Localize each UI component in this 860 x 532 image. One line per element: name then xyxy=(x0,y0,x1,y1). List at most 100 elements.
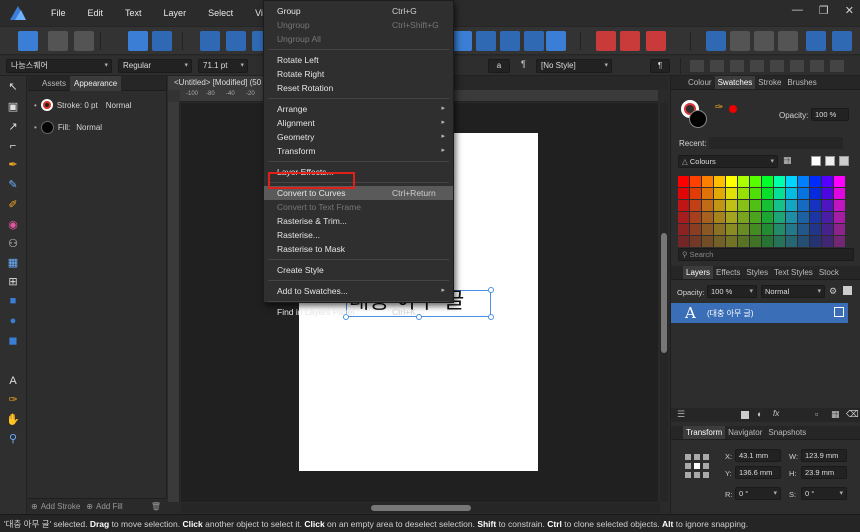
tab-navigator[interactable]: Navigator xyxy=(725,426,765,439)
adjustment-icon[interactable]: ◐ xyxy=(757,409,762,419)
color-swatch[interactable] xyxy=(810,224,821,235)
rounded-rect-tool-icon[interactable]: ◼ xyxy=(6,334,20,348)
geometry-subtract-button[interactable] xyxy=(620,31,640,51)
color-swatch[interactable] xyxy=(786,200,797,211)
color-swatch[interactable] xyxy=(810,188,821,199)
layer-lock-icon[interactable] xyxy=(843,286,852,295)
paragraph-style-select[interactable]: [No Style] ▾ xyxy=(536,59,612,73)
color-swatch[interactable] xyxy=(678,200,689,211)
color-swatch[interactable] xyxy=(738,188,749,199)
tab-effects[interactable]: Effects xyxy=(713,266,743,279)
vertical-ruler[interactable] xyxy=(168,102,180,502)
vertical-scrollbar[interactable] xyxy=(660,103,668,502)
horizontal-scrollbar[interactable] xyxy=(181,503,660,513)
group-icon[interactable]: ▦ xyxy=(831,409,840,420)
align-center-button[interactable] xyxy=(476,31,496,51)
anchor-selector[interactable] xyxy=(685,454,709,478)
fill-stroke-selector[interactable] xyxy=(681,100,707,128)
color-swatch[interactable] xyxy=(810,212,821,223)
menu-select[interactable]: Select xyxy=(197,0,244,26)
tab-stock[interactable]: Stock xyxy=(816,266,842,279)
delete-icon[interactable]: 🗑 xyxy=(151,502,161,511)
menu-item-rasterise-trim[interactable]: Rasterise & Trim... xyxy=(264,214,453,228)
fill-tool-icon[interactable]: ◉ xyxy=(6,218,20,232)
isolate-button[interactable] xyxy=(200,31,220,51)
tab-assets[interactable]: Assets xyxy=(38,76,70,91)
tab-styles[interactable]: Styles xyxy=(743,266,771,279)
eyedropper-icon[interactable]: ✑ xyxy=(715,102,723,113)
color-swatch[interactable] xyxy=(774,236,785,247)
color-swatch[interactable] xyxy=(690,236,701,247)
add-stroke-button[interactable]: Add Stroke xyxy=(41,502,81,511)
stroke-swatch[interactable] xyxy=(40,99,53,111)
justify-all-icon[interactable] xyxy=(770,60,784,72)
designer-persona-button[interactable] xyxy=(18,31,38,51)
blend-mode-select[interactable]: Normal ▾ xyxy=(761,285,825,298)
color-swatch[interactable] xyxy=(750,200,761,211)
color-swatch[interactable] xyxy=(702,236,713,247)
menu-item-rasterise-to-mask[interactable]: Rasterise to Mask xyxy=(264,242,453,256)
grey-swatch[interactable] xyxy=(839,156,849,166)
align-right-button[interactable] xyxy=(500,31,520,51)
color-swatch[interactable] xyxy=(774,212,785,223)
color-swatch[interactable] xyxy=(690,224,701,235)
zoom-tool-icon[interactable]: ⚲ xyxy=(6,432,20,446)
color-swatch[interactable] xyxy=(714,236,725,247)
align-left-text-icon[interactable] xyxy=(690,60,704,72)
color-swatch[interactable] xyxy=(822,188,833,199)
color-swatch[interactable] xyxy=(750,224,761,235)
recent-swatches[interactable] xyxy=(709,137,843,149)
export-persona-button[interactable] xyxy=(74,31,94,51)
color-swatch[interactable] xyxy=(678,236,689,247)
color-swatch[interactable] xyxy=(798,176,809,187)
color-swatch[interactable] xyxy=(702,212,713,223)
color-swatch[interactable] xyxy=(774,176,785,187)
color-swatch[interactable] xyxy=(822,212,833,223)
color-swatch[interactable] xyxy=(834,200,845,211)
color-swatch[interactable] xyxy=(762,224,773,235)
color-swatch[interactable] xyxy=(678,176,689,187)
paragraph-icon[interactable]: ¶ xyxy=(521,59,526,69)
minimize-icon[interactable]: — xyxy=(792,4,803,17)
color-swatch[interactable] xyxy=(738,212,749,223)
tab-transform[interactable]: Transform xyxy=(683,426,726,439)
maximize-icon[interactable]: ❐ xyxy=(819,4,829,17)
add-fill-icon[interactable]: ⊕ xyxy=(86,502,93,511)
color-swatch[interactable] xyxy=(690,212,701,223)
color-swatch[interactable] xyxy=(774,200,785,211)
trash-icon[interactable]: ⌫ xyxy=(846,409,859,420)
tab-snapshots[interactable]: Snapshots xyxy=(765,426,809,439)
color-swatch[interactable] xyxy=(798,212,809,223)
menu-item-group[interactable]: Group Ctrl+G xyxy=(264,4,453,18)
white-swatch[interactable] xyxy=(825,156,835,166)
menu-item-arrange[interactable]: Arrange ▸ xyxy=(264,102,453,116)
add-fill-button[interactable]: Add Fill xyxy=(96,502,123,511)
color-swatch[interactable] xyxy=(714,200,725,211)
h-field[interactable]: 23.9 mm xyxy=(801,466,847,479)
menu-item-rasterise[interactable]: Rasterise... xyxy=(264,228,453,242)
color-swatch[interactable] xyxy=(834,188,845,199)
color-swatch[interactable] xyxy=(690,200,701,211)
no-color-swatch[interactable] xyxy=(811,156,821,166)
color-swatch[interactable] xyxy=(714,212,725,223)
color-swatch[interactable] xyxy=(810,236,821,247)
tab-stroke[interactable]: Stroke xyxy=(755,76,784,89)
color-swatch[interactable] xyxy=(822,236,833,247)
align-right-text-icon[interactable] xyxy=(730,60,744,72)
menu-layer[interactable]: Layer xyxy=(153,0,198,26)
color-swatch[interactable] xyxy=(738,236,749,247)
menu-item-transform[interactable]: Transform ▸ xyxy=(264,144,453,158)
combine-button[interactable] xyxy=(832,31,852,51)
transform-mode-button[interactable] xyxy=(226,31,246,51)
color-swatch[interactable] xyxy=(690,188,701,199)
opacity-field[interactable]: 100 % xyxy=(811,108,849,121)
menu-item-add-to-swatches[interactable]: Add to Swatches... ▸ xyxy=(264,284,453,298)
char-panel-button[interactable]: a xyxy=(488,59,510,73)
color-swatch[interactable] xyxy=(822,224,833,235)
text-top-icon[interactable] xyxy=(790,60,804,72)
color-swatch[interactable] xyxy=(726,224,737,235)
color-swatch[interactable] xyxy=(762,176,773,187)
align-top-button[interactable] xyxy=(524,31,544,51)
corner-tool-icon[interactable]: ⌐ xyxy=(6,139,20,153)
color-swatch[interactable] xyxy=(726,176,737,187)
